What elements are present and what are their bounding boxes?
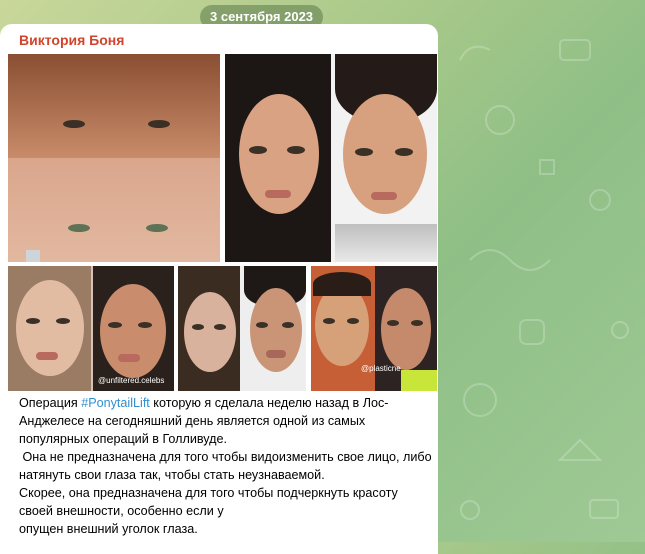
message-text-intro: Операция	[19, 396, 82, 410]
message-bubble[interactable]: Виктория Боня @unfiltered.celebs @plasti…	[0, 24, 438, 554]
photo-bella-comparison[interactable]: @plasticne	[311, 266, 437, 391]
sender-name[interactable]: Виктория Боня	[19, 32, 124, 48]
photo-bella-before-after[interactable]	[8, 54, 220, 262]
hashtag-link[interactable]: #PonytailLift	[81, 396, 150, 410]
photo-kendall-before-after[interactable]	[225, 54, 437, 262]
photo-kylie-before-after[interactable]	[178, 266, 306, 391]
watermark-hailey: @unfiltered.celebs	[98, 376, 165, 385]
message-paragraph-3: Скорее, она предназначена для того чтобы…	[19, 486, 402, 518]
message-paragraph-1: Операция #PonytailLift которую я сделала…	[19, 394, 433, 448]
message-paragraph-4: опущен внешний уголок глаза.	[19, 522, 198, 536]
message-text: Операция #PonytailLift которую я сделала…	[19, 394, 433, 538]
message-paragraph-2: Она не предназначена для того чтобы видо…	[19, 450, 436, 482]
photo-hailey-before-after[interactable]: @unfiltered.celebs	[8, 266, 174, 391]
watermark-bella: @plasticne	[361, 364, 401, 373]
